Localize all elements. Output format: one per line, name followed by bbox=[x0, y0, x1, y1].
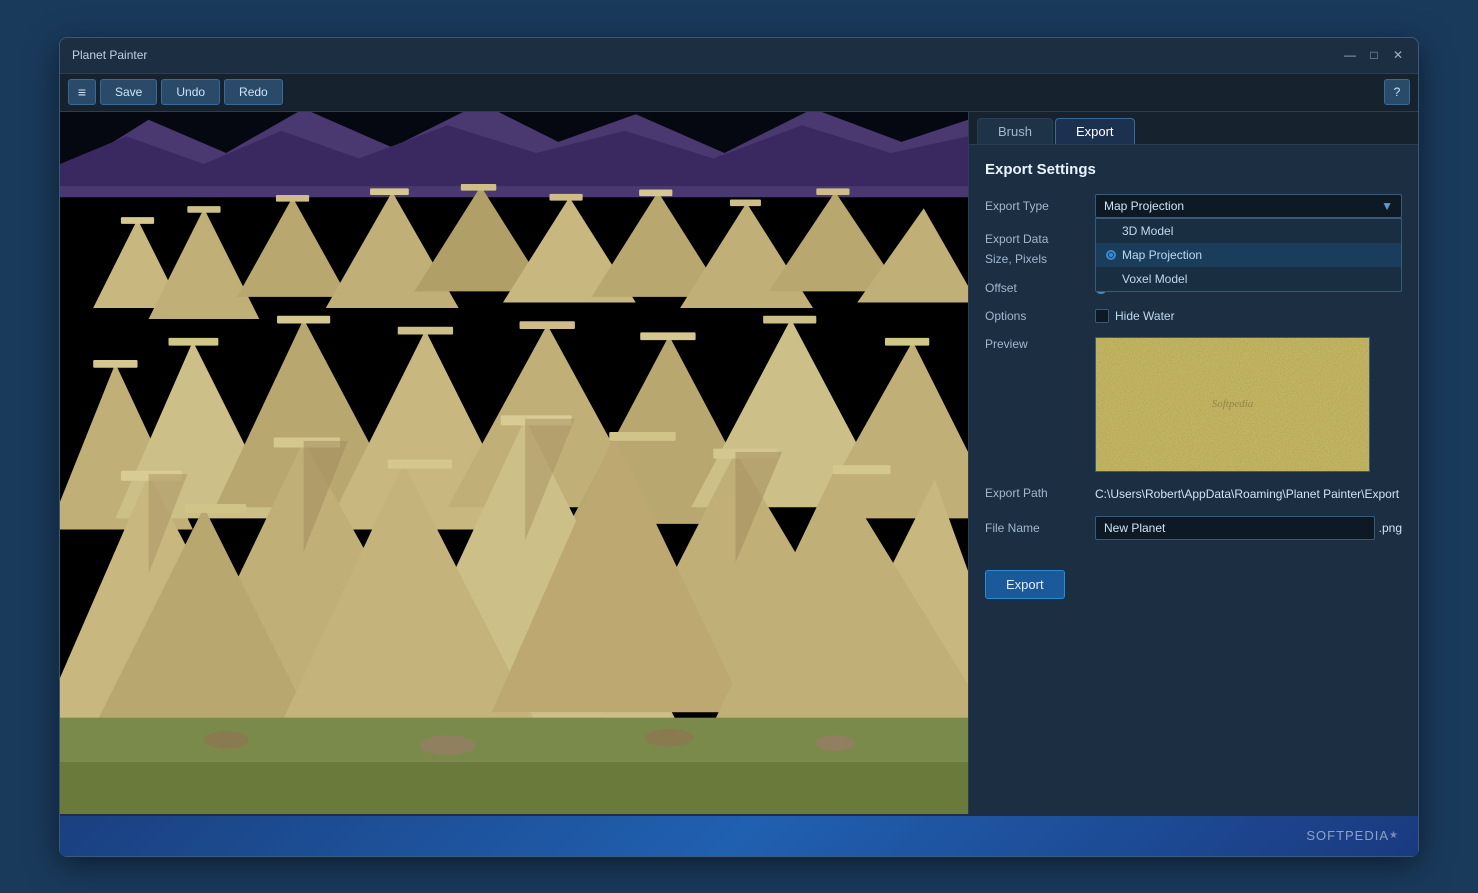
right-panel: Brush Export Export Settings Export Type… bbox=[968, 112, 1418, 814]
undo-button[interactable]: Undo bbox=[161, 79, 220, 105]
file-name-label: File Name bbox=[985, 521, 1095, 535]
dropdown-item-voxel-model[interactable]: Voxel Model bbox=[1096, 267, 1401, 291]
tab-brush[interactable]: Brush bbox=[977, 118, 1053, 144]
window-controls: — □ ✕ bbox=[1342, 47, 1406, 63]
options-row: Options Hide Water bbox=[985, 309, 1402, 323]
export-path-label: Export Path bbox=[985, 486, 1095, 500]
viewport bbox=[60, 112, 968, 814]
dropdown-list: 3D Model Map Projection Voxel Model bbox=[1095, 218, 1402, 292]
dropdown-item-label: Map Projection bbox=[1122, 248, 1202, 262]
export-path-content: C:\Users\Robert\AppData\Roaming\Planet P… bbox=[1095, 486, 1402, 503]
preview-svg: Softpedia bbox=[1096, 338, 1369, 471]
hide-water-label: Hide Water bbox=[1115, 309, 1175, 323]
preview-row: Preview bbox=[985, 337, 1402, 472]
export-type-row: Export Type Map Projection ▼ 3D Model bbox=[985, 194, 1402, 218]
softpedia-label: SOFTPEDIA bbox=[1306, 828, 1389, 843]
filename-row: .png bbox=[1095, 516, 1402, 540]
options-content: Hide Water bbox=[1095, 309, 1402, 323]
dropdown-item-map-projection[interactable]: Map Projection bbox=[1096, 243, 1401, 267]
app-window: Planet Painter — □ ✕ ≡ Save Undo Redo ? bbox=[59, 37, 1419, 857]
dropdown-value-text: Map Projection bbox=[1104, 199, 1184, 213]
dropdown-arrow-icon: ▼ bbox=[1381, 199, 1393, 213]
window-title: Planet Painter bbox=[72, 48, 1342, 62]
export-type-content: Map Projection ▼ 3D Model Map bbox=[1095, 194, 1402, 218]
softpedia-star: ★ bbox=[1389, 830, 1398, 841]
dropdown-selected-value[interactable]: Map Projection ▼ bbox=[1095, 194, 1402, 218]
radio-empty bbox=[1106, 274, 1116, 284]
file-extension: .png bbox=[1379, 521, 1402, 535]
export-panel: Export Settings Export Type Map Projecti… bbox=[969, 145, 1418, 814]
dropdown-item-label: Voxel Model bbox=[1122, 272, 1187, 286]
maximize-button[interactable]: □ bbox=[1366, 47, 1382, 63]
export-type-dropdown[interactable]: Map Projection ▼ 3D Model Map bbox=[1095, 194, 1402, 218]
main-area: Brush Export Export Settings Export Type… bbox=[60, 112, 1418, 814]
file-name-input[interactable] bbox=[1095, 516, 1375, 540]
dropdown-item-label: 3D Model bbox=[1122, 224, 1173, 238]
close-button[interactable]: ✕ bbox=[1390, 47, 1406, 63]
title-bar: Planet Painter — □ ✕ bbox=[60, 38, 1418, 74]
hide-water-checkbox[interactable] bbox=[1095, 309, 1109, 323]
redo-button[interactable]: Redo bbox=[224, 79, 283, 105]
size-pixels-label: Size, Pixels bbox=[985, 252, 1095, 266]
export-type-label: Export Type bbox=[985, 199, 1095, 213]
help-button[interactable]: ? bbox=[1384, 79, 1410, 105]
tab-bar: Brush Export bbox=[969, 112, 1418, 145]
dropdown-item-3d-model[interactable]: 3D Model bbox=[1096, 219, 1401, 243]
preview-label: Preview bbox=[985, 337, 1095, 351]
minimize-button[interactable]: — bbox=[1342, 47, 1358, 63]
export-path-value: C:\Users\Robert\AppData\Roaming\Planet P… bbox=[1095, 487, 1399, 501]
preview-box: Softpedia bbox=[1095, 337, 1370, 472]
radio-dot bbox=[1106, 250, 1116, 260]
options-label: Options bbox=[985, 309, 1095, 323]
hide-water-option: Hide Water bbox=[1095, 309, 1402, 323]
tab-export[interactable]: Export bbox=[1055, 118, 1135, 144]
file-name-row: File Name .png bbox=[985, 516, 1402, 540]
radio-empty bbox=[1106, 226, 1116, 236]
preview-content: Softpedia bbox=[1095, 337, 1402, 472]
export-data-label: Export Data bbox=[985, 232, 1095, 246]
export-settings-title: Export Settings bbox=[985, 161, 1402, 178]
preview-watermark-text: Softpedia bbox=[1212, 398, 1254, 410]
export-path-row: Export Path C:\Users\Robert\AppData\Roam… bbox=[985, 486, 1402, 503]
offset-label: Offset bbox=[985, 281, 1095, 295]
file-name-content: .png bbox=[1095, 516, 1402, 540]
taskbar: SOFTPEDIA★ bbox=[60, 816, 1418, 856]
terrain-canvas bbox=[60, 112, 968, 814]
toolbar: ≡ Save Undo Redo ? bbox=[60, 74, 1418, 112]
menu-button[interactable]: ≡ bbox=[68, 79, 96, 105]
export-button[interactable]: Export bbox=[985, 570, 1065, 599]
save-button[interactable]: Save bbox=[100, 79, 157, 105]
